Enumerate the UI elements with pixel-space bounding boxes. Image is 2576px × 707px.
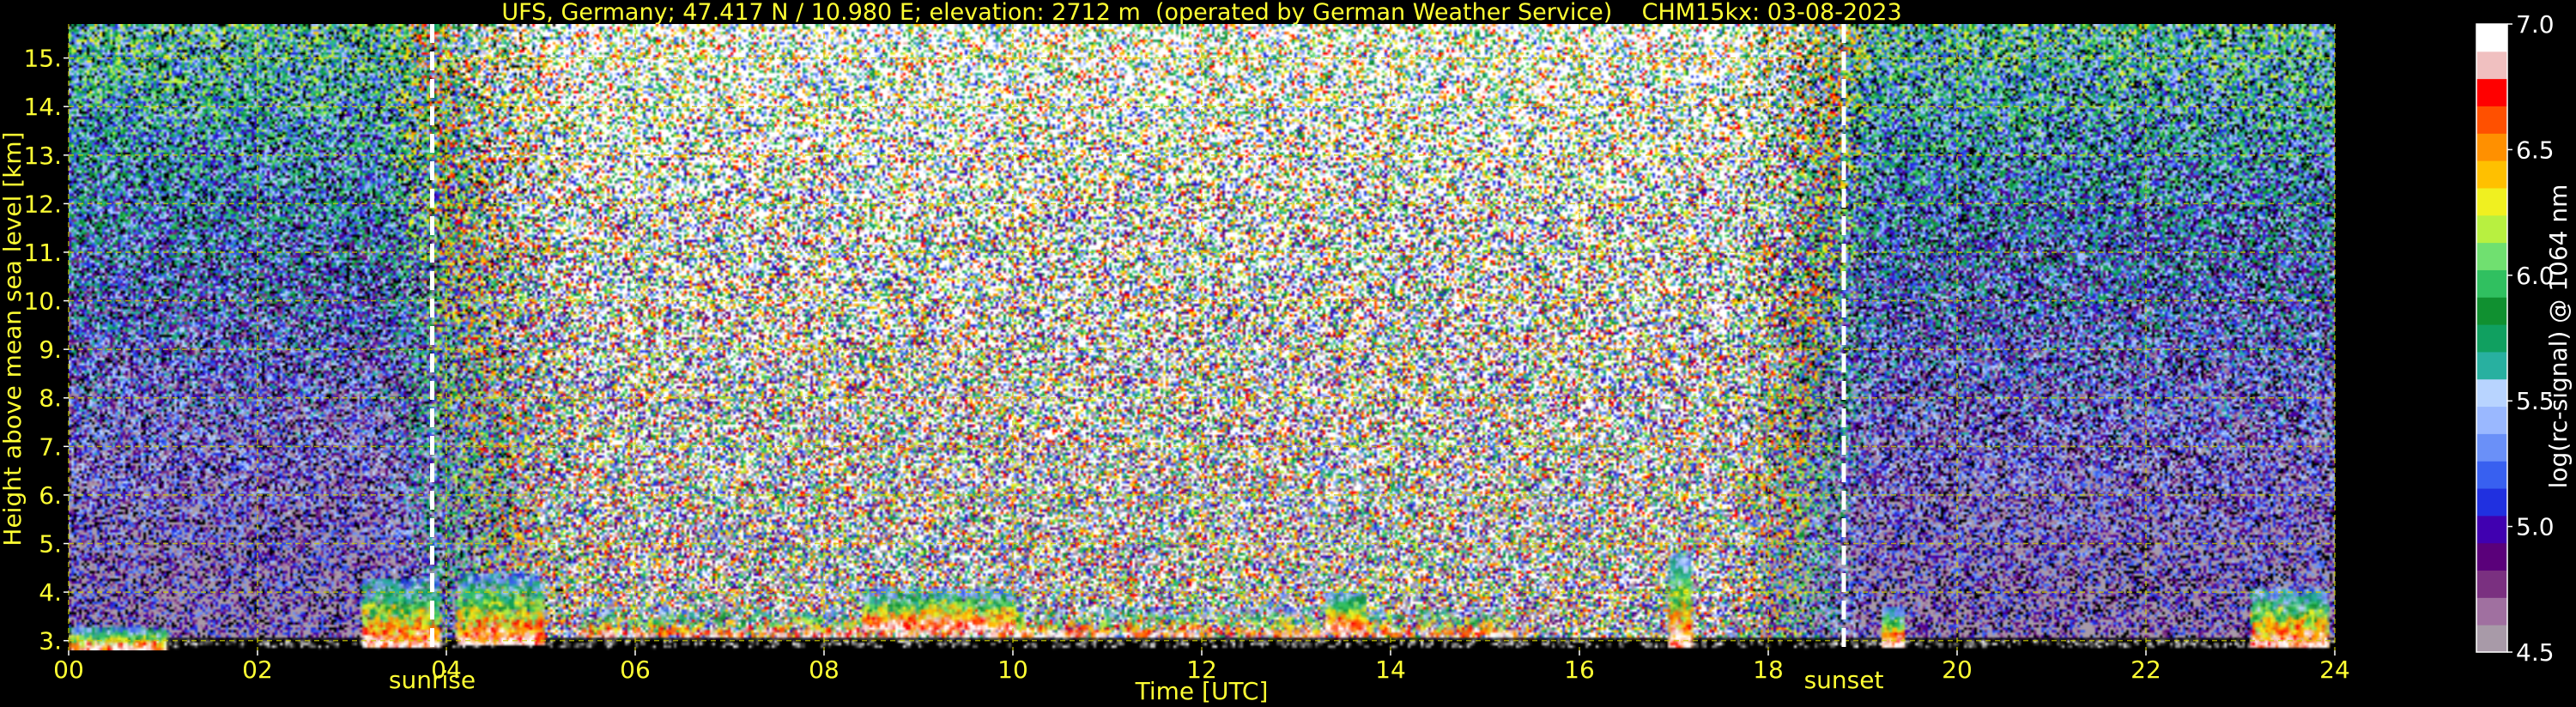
y-tick-label: 10. [23, 287, 62, 316]
x-tick-label: 16 [1564, 656, 1595, 684]
colorbar-segment [2476, 297, 2507, 325]
colorbar-segment [2476, 488, 2507, 517]
colorbar-tick-label: 7.0 [2516, 10, 2555, 39]
sun-markers: sunrise sunset [389, 24, 1884, 694]
y-axis-ticks: 3. 4. 5. 6. 7. 8. 9. 10. 11. 12. 13. 14. 15. [23, 45, 69, 656]
colorbar-segment [2476, 160, 2507, 189]
colorbar-segment [2476, 269, 2507, 298]
colorbar-segment [2476, 215, 2507, 244]
x-tick-label: 00 [53, 656, 84, 684]
x-tick-label: 22 [2131, 656, 2161, 684]
y-tick-label: 9. [39, 335, 62, 364]
colorbar-segment [2476, 515, 2507, 544]
colorbar-segment [2476, 133, 2507, 161]
colorbar-segment [2476, 378, 2507, 408]
x-tick-label: 18 [1753, 656, 1784, 684]
colorbar-segment [2476, 433, 2507, 462]
x-tick-label: 10 [997, 656, 1028, 684]
colorbar [2476, 23, 2508, 653]
colorbar-segment [2476, 106, 2507, 134]
x-tick-label: 04 [431, 656, 462, 684]
colorbar-label: log(rc-signal) @ 1064 nm [2544, 184, 2573, 489]
y-tick-label: 13. [23, 142, 62, 170]
y-tick-label: 7. [39, 432, 62, 461]
x-tick-label: 20 [1942, 656, 1973, 684]
colorbar-segment [2476, 324, 2507, 353]
y-tick-label: 4. [39, 578, 62, 607]
colorbar-tick-label: 4.5 [2516, 638, 2555, 667]
y-tick-label: 14. [23, 93, 62, 121]
colorbar-segment [2476, 351, 2507, 380]
x-tick-label: 14 [1375, 656, 1406, 684]
y-axis-label: Height above mean sea level [km] [0, 131, 27, 546]
colorbar-segment [2476, 78, 2507, 106]
colorbar-segment [2476, 625, 2507, 653]
y-tick-label: 8. [39, 384, 62, 413]
colorbar-segment [2476, 51, 2507, 80]
colorbar-segment [2476, 461, 2507, 489]
x-tick-label: 08 [809, 656, 839, 684]
y-tick-label: 3. [39, 627, 62, 656]
marker-label-sunset: sunset [1804, 666, 1884, 694]
y-tick-label: 15. [23, 45, 62, 73]
colorbar-tick-label: 5.0 [2516, 513, 2555, 541]
colorbar-segment [2476, 542, 2507, 571]
x-tick-label: 24 [2319, 656, 2350, 684]
ceilometer-chart: sunrise sunset 00 02 04 06 08 10 12 14 16 18 20 22 24… [0, 10, 2573, 705]
y-tick-label: 6. [39, 481, 62, 510]
colorbar-segment [2476, 597, 2507, 625]
colorbar-segment [2476, 187, 2507, 216]
colorbar-segment [2476, 570, 2507, 598]
y-tick-label: 12. [23, 190, 62, 218]
colorbar-segment [2476, 406, 2507, 434]
y-tick-label: 5. [39, 530, 62, 559]
x-axis-label: Time [UTC] [1135, 677, 1269, 705]
colorbar-tick-label: 6.5 [2516, 136, 2555, 164]
y-tick-label: 11. [23, 239, 62, 267]
colorbar-segment [2476, 242, 2507, 270]
colorbar-segment [2476, 24, 2507, 52]
x-tick-label: 02 [242, 656, 273, 684]
grid-lines [68, 24, 2336, 650]
x-tick-label: 06 [620, 656, 651, 684]
